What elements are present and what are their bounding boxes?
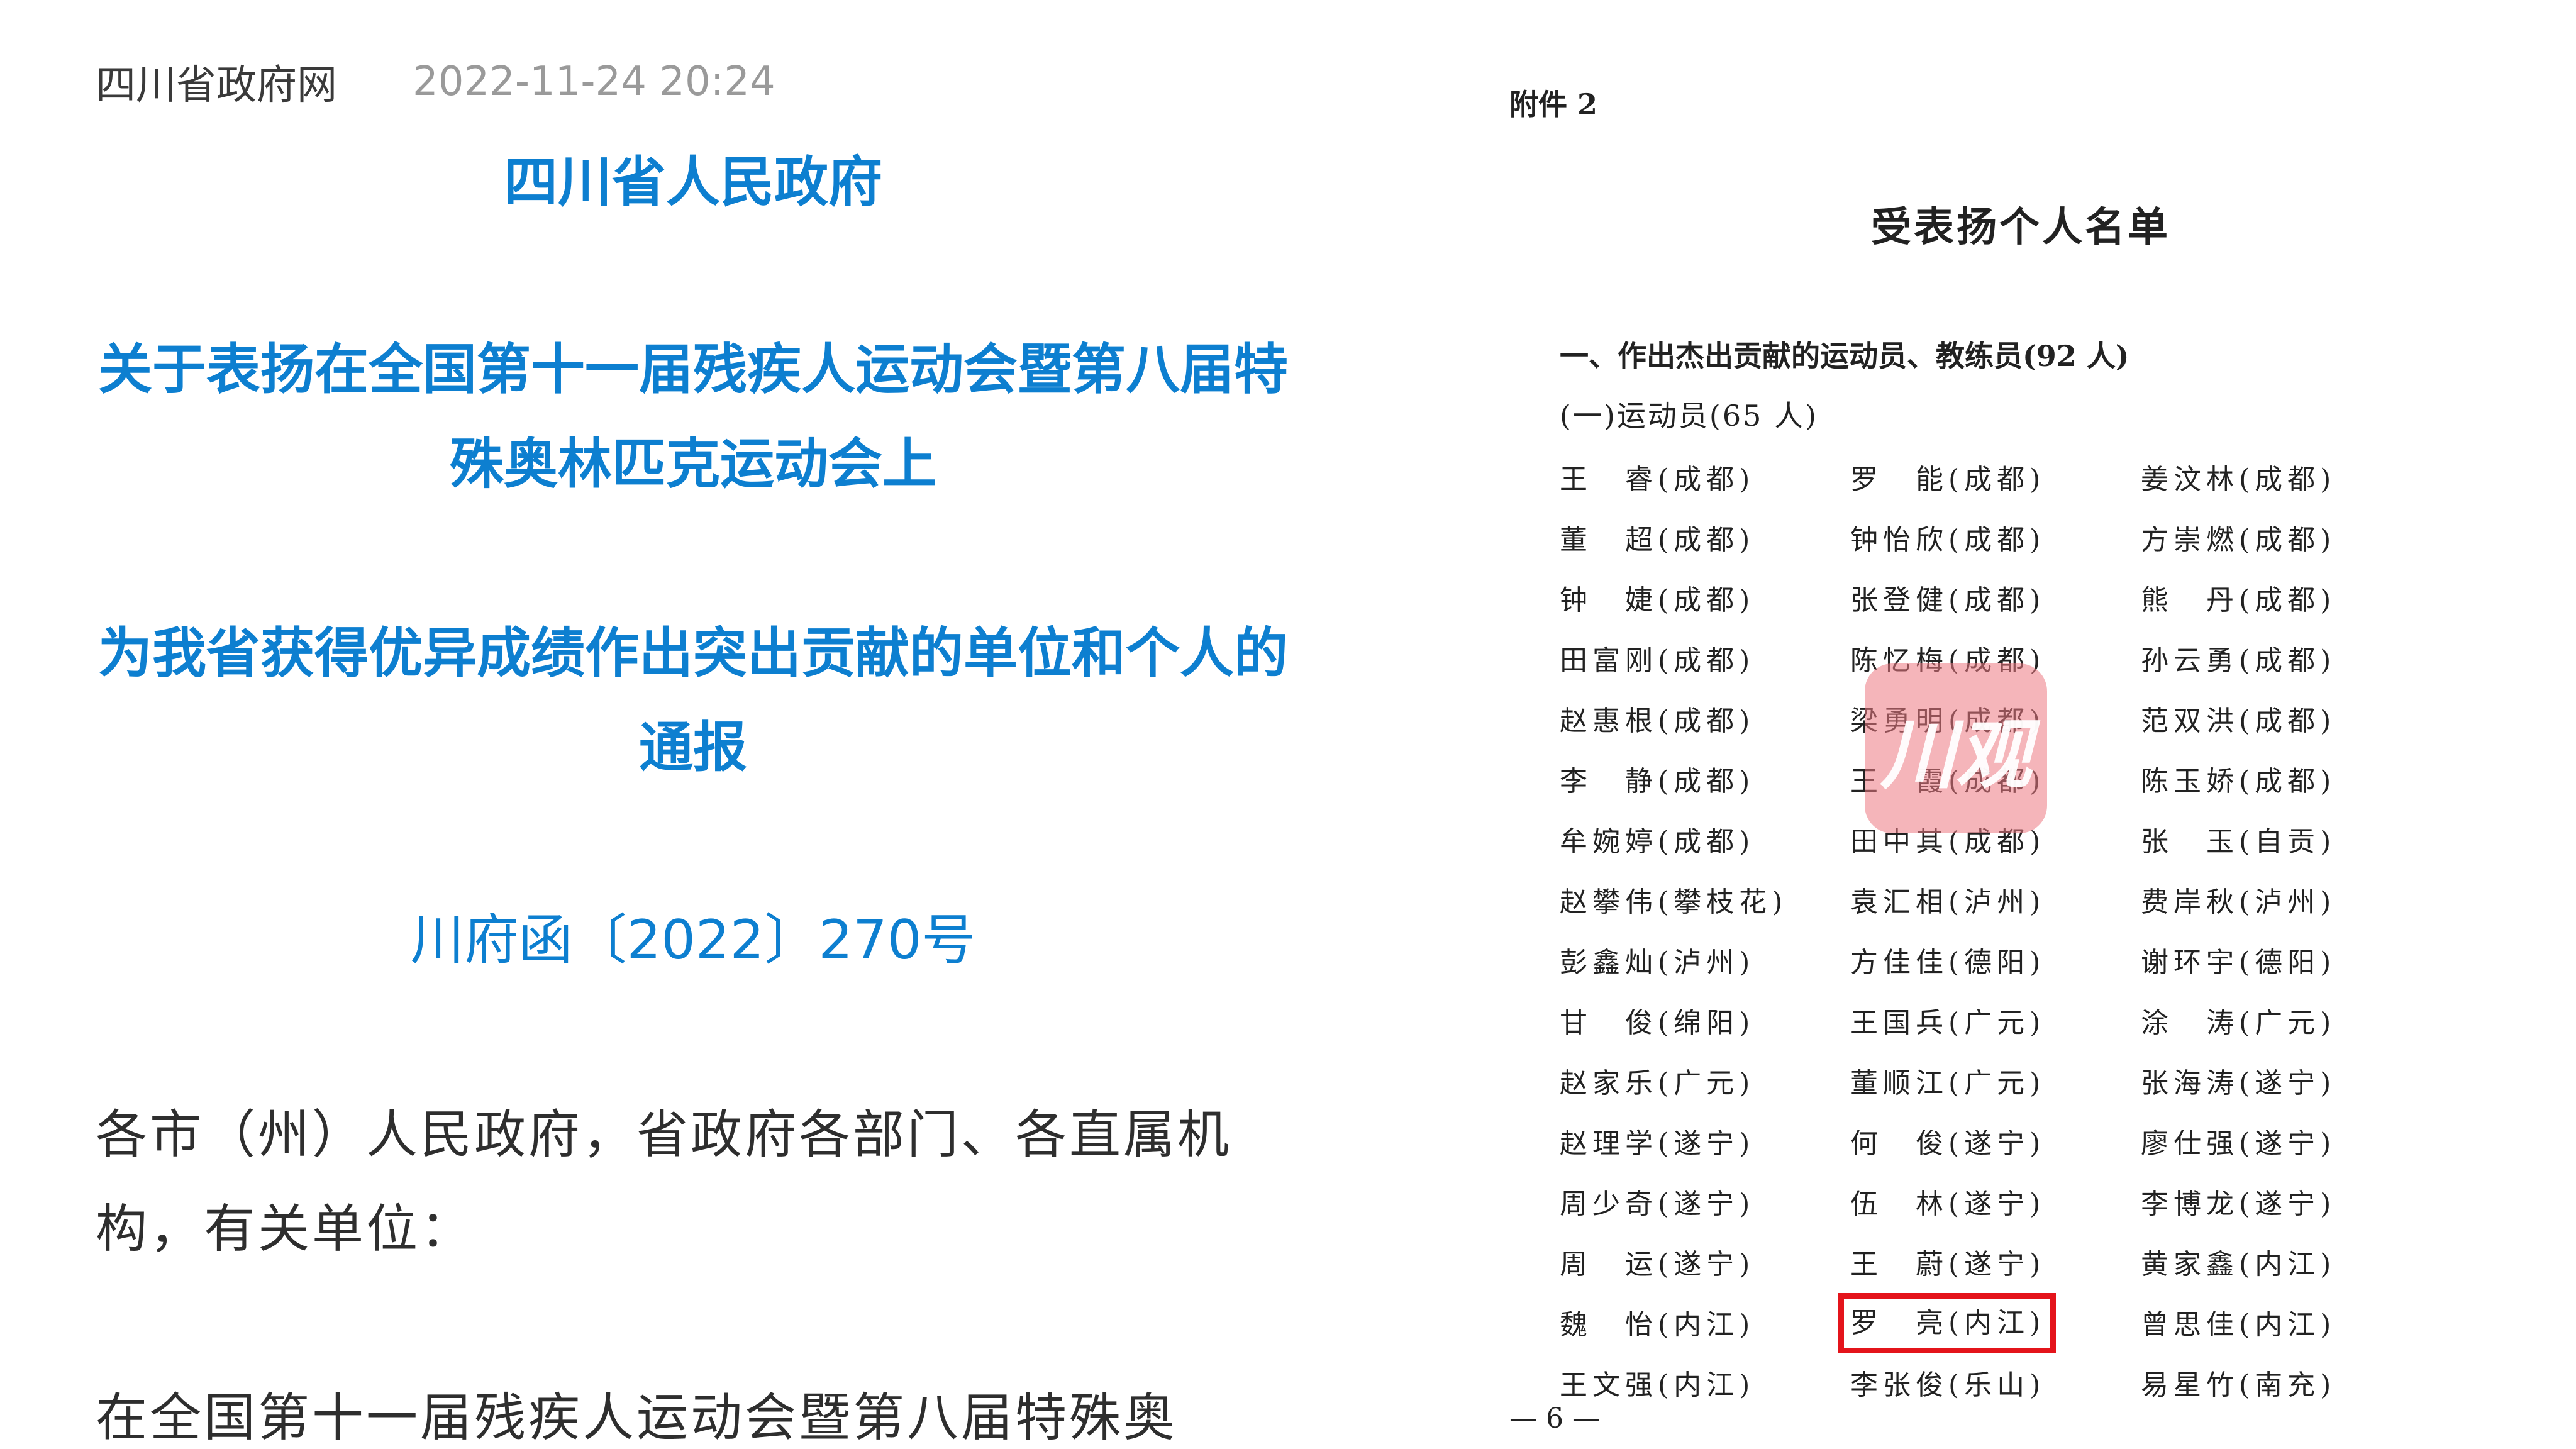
name-entry: 王 蔚(遂宁)	[1850, 1248, 2046, 1280]
name-entry: 张 玉(自贡)	[2141, 826, 2336, 858]
name-entry: 曾思佳(内江)	[2141, 1309, 2336, 1341]
document-scan-panel: 附件 2 受表扬个人名单 一、作出杰出贡献的运动员、教练员(92 人) (一)运…	[1465, 0, 2576, 1449]
name-entry: 王国兵(广元)	[1850, 1007, 2046, 1039]
article-source[interactable]: 四川省政府网	[96, 53, 337, 111]
article-panel: 四川省政府网 2022-11-24 20:24 四川省人民政府 关于表扬在全国第…	[0, 0, 1465, 1449]
article-datetime: 2022-11-24 20:24	[413, 58, 775, 105]
list-title: 受表扬个人名单	[1871, 204, 2170, 251]
names-list: 王 睿(成都) 罗 能(成都) 姜汶林(成都) 董 超(成都) 钟怡欣(成都) 方崇燃(成…	[1560, 450, 2478, 1416]
name-entry: 袁汇相(泸州)	[1850, 886, 2046, 918]
name-entry: 赵理学(遂宁)	[1560, 1128, 1755, 1160]
salutation-paragraph: 各市（州）人民政府，省政府各部门、各直属机构，有关单位：	[96, 1105, 1232, 1259]
name-entry: 熊 丹(成都)	[2141, 584, 2336, 616]
name-entry: 方佳佳(德阳)	[1850, 947, 2046, 979]
name-entry: 易星竹(南充)	[2141, 1369, 2336, 1401]
highlighted-name-entry: 罗 亮(内江)	[1838, 1293, 2056, 1353]
name-entry: 谢环宇(德阳)	[2141, 947, 2336, 979]
name-entry: 黄家鑫(内江)	[2141, 1248, 2336, 1280]
section-heading: 一、作出杰出贡献的运动员、教练员(92 人)	[1560, 339, 2129, 373]
title-line-1: 关于表扬在全国第十一届残疾人运动会暨第八届特殊奥林匹克运动会上	[98, 338, 1288, 496]
document-number: 川府函〔2022〕270号	[410, 909, 976, 972]
screenshot-page: 四川省政府网 2022-11-24 20:24 四川省人民政府 关于表扬在全国第…	[0, 0, 2576, 1449]
name-entry: 费岸秋(泸州)	[2141, 886, 2336, 918]
name-entry: 李 静(成都)	[1560, 765, 1755, 797]
name-entry: 王文强(内江)	[1560, 1369, 1755, 1401]
name-entry: 钟怡欣(成都)	[1850, 524, 2046, 556]
name-entry: 姜汶林(成都)	[2141, 464, 2336, 496]
name-entry: 甘 俊(绵阳)	[1560, 1007, 1755, 1039]
name-entry: 董顺江(广元)	[1850, 1067, 2046, 1099]
name-entry: 魏 怡(内江)	[1560, 1309, 1755, 1341]
name-entry: 周 运(遂宁)	[1560, 1248, 1755, 1280]
subsection-heading: (一)运动员(65 人)	[1560, 399, 1818, 433]
name-entry: 田富刚(成都)	[1560, 645, 1755, 677]
body-paragraph-start: 在全国第十一届残疾人运动会暨第八届特殊奥	[96, 1388, 1178, 1448]
name-entry: 彭鑫灿(泸州)	[1560, 947, 1755, 979]
name-entry: 张登健(成都)	[1850, 584, 2046, 616]
name-entry: 赵攀伟(攀枝花)	[1560, 886, 1788, 918]
name-entry: 张海涛(遂宁)	[2141, 1067, 2336, 1099]
name-entry: 李博龙(遂宁)	[2141, 1188, 2336, 1220]
name-entry: 牟婉婷(成都)	[1560, 826, 1755, 858]
name-entry: 李张俊(乐山)	[1850, 1369, 2046, 1401]
name-entry: 涂 涛(广元)	[2141, 1007, 2336, 1039]
name-entry: 赵惠根(成都)	[1560, 705, 1755, 737]
name-entry: 伍 林(遂宁)	[1850, 1188, 2046, 1220]
name-entry: 董 超(成都)	[1560, 524, 1755, 556]
attachment-label: 附件 2	[1509, 87, 1598, 121]
name-entry: 方崇燃(成都)	[2141, 524, 2336, 556]
name-entry: 何 俊(遂宁)	[1850, 1128, 2046, 1160]
page-number: — 6 —	[1509, 1402, 1600, 1435]
name-entry: 周少奇(遂宁)	[1560, 1188, 1755, 1220]
title-line-2: 为我省获得优异成绩作出突出贡献的单位和个人的通报	[98, 622, 1288, 779]
watermark-logo: 川观	[1865, 663, 2047, 833]
name-entry: 王 睿(成都)	[1560, 464, 1755, 496]
name-entry: 孙云勇(成都)	[2141, 645, 2336, 677]
title-org: 四川省人民政府	[504, 151, 882, 214]
name-entry: 罗 能(成都)	[1850, 464, 2046, 496]
article-meta: 四川省政府网 2022-11-24 20:24	[96, 57, 775, 109]
watermark-text: 川观	[1880, 711, 2031, 799]
name-entry: 陈玉娇(成都)	[2141, 765, 2336, 797]
name-entry: 钟 婕(成都)	[1560, 584, 1755, 616]
name-entry: 范双洪(成都)	[2141, 705, 2336, 737]
name-entry: 廖仕强(遂宁)	[2141, 1128, 2336, 1160]
name-entry: 赵家乐(广元)	[1560, 1067, 1755, 1099]
